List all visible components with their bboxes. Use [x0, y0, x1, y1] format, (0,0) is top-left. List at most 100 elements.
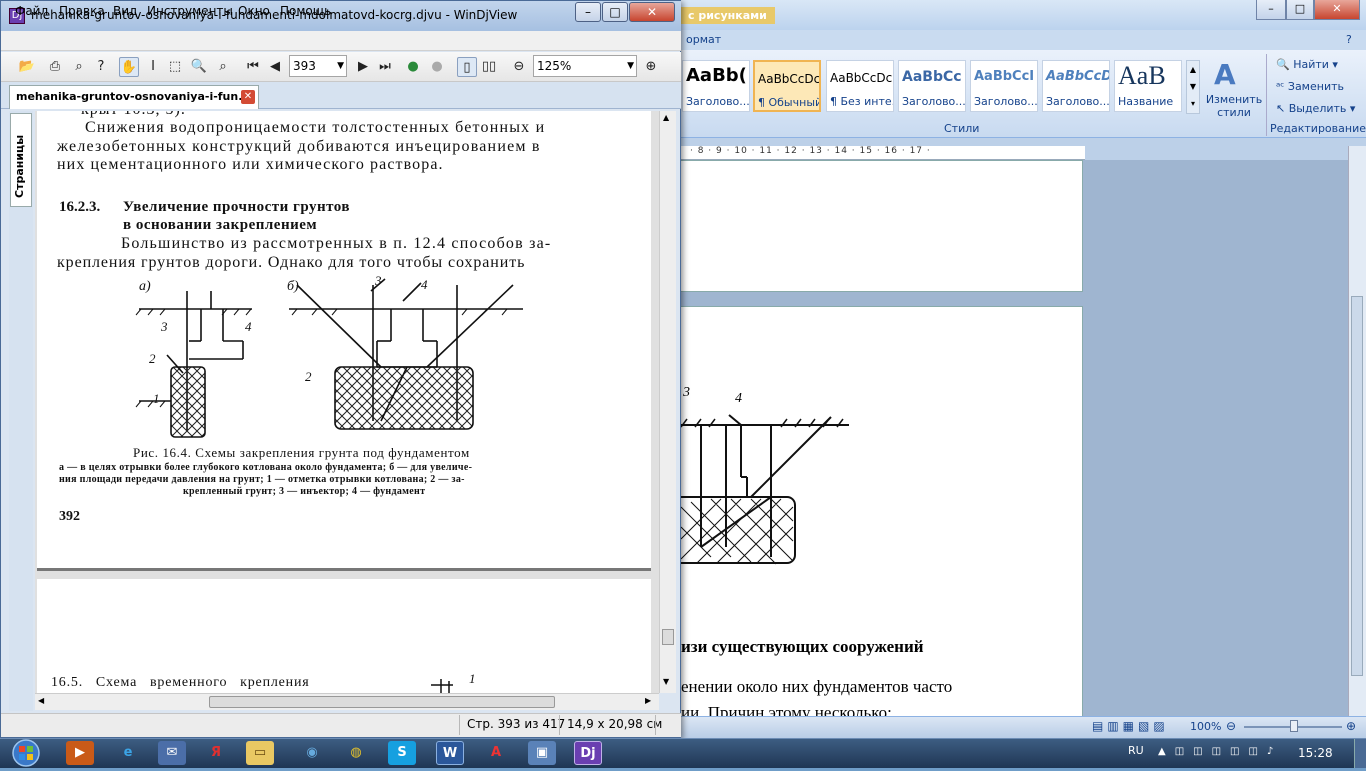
- word-page-2[interactable]: 3 4 изи существующих сооружений енении о…: [680, 306, 1083, 726]
- legend-line2: ния площади передачи давления на грунт; …: [59, 474, 465, 485]
- zoom-out-icon[interactable]: ⊖: [509, 57, 529, 77]
- scroll-down-arrow[interactable]: ▼: [663, 677, 669, 686]
- show-desktop-button[interactable]: [1354, 739, 1366, 768]
- word-figure-image[interactable]: [681, 307, 1084, 607]
- media-player-icon[interactable]: ▶: [66, 741, 94, 765]
- word-doc-line-1: енении около них фундаментов часто: [681, 677, 953, 696]
- zoom-in-icon[interactable]: ⊕: [1346, 719, 1356, 733]
- internet-explorer-icon[interactable]: e: [114, 741, 142, 765]
- skype-icon[interactable]: S: [388, 741, 416, 765]
- fig-label-4a: 4: [245, 319, 252, 334]
- mail-icon[interactable]: ✉: [158, 741, 186, 765]
- djvu-hscroll-thumb[interactable]: [209, 696, 555, 708]
- single-page-icon[interactable]: ▯: [457, 57, 477, 77]
- binoculars-icon: 🔍: [1276, 58, 1294, 71]
- tray-clock[interactable]: 15:28: [1298, 746, 1333, 760]
- page-number-combo[interactable]: 393 ▼: [289, 55, 347, 77]
- menu-window[interactable]: Окно: [238, 4, 270, 18]
- pages-side-tab[interactable]: Страницы: [10, 113, 32, 207]
- document-view[interactable]: крыт 10.3, 5). Снижения водопроницаемост…: [35, 111, 659, 693]
- djvu-horizontal-scrollbar[interactable]: ◀ ▶: [35, 693, 659, 710]
- tray-language[interactable]: RU: [1128, 744, 1144, 757]
- chrome-icon[interactable]: ◍: [342, 741, 370, 765]
- style-normal[interactable]: AaBbCcDc ¶ Обычный: [753, 60, 821, 112]
- word-zoom-level[interactable]: 100%: [1190, 720, 1221, 733]
- view-mode-buttons[interactable]: ▤▥▦▧▨: [1092, 719, 1169, 733]
- scroll-right-arrow[interactable]: ▶: [645, 696, 651, 705]
- zoom-in-icon[interactable]: ⊕: [641, 57, 661, 77]
- para1-line3: них цементационного или химического раст…: [57, 156, 444, 173]
- word-taskbar-icon[interactable]: W: [436, 741, 464, 765]
- word-close-button[interactable]: ✕: [1314, 0, 1360, 20]
- back-icon[interactable]: ●: [403, 57, 423, 77]
- scroll-up-arrow[interactable]: ▲: [663, 113, 669, 122]
- select-button[interactable]: ↖ Выделить ▾: [1276, 102, 1355, 115]
- menu-edit[interactable]: Правка: [59, 4, 105, 18]
- para1-line1: Снижения водопроницаемости толстостенных…: [85, 119, 546, 136]
- font-app-icon[interactable]: A: [482, 741, 510, 765]
- open-folder-icon[interactable]: 📂: [17, 57, 37, 77]
- style-title[interactable]: AaB Название: [1114, 60, 1182, 112]
- menu-file[interactable]: Файл: [15, 4, 48, 18]
- page2-figure-stub: [431, 679, 453, 693]
- zoom-out-icon[interactable]: ⊖: [1226, 719, 1236, 733]
- status-page-size: 14,9 x 20,98 см: [567, 717, 663, 731]
- window-app-icon[interactable]: ▣: [528, 741, 556, 765]
- first-page-icon[interactable]: ⏮: [243, 57, 263, 77]
- find-button[interactable]: 🔍 Найти ▾: [1276, 58, 1338, 71]
- two-pages-icon[interactable]: ▯▯: [479, 57, 499, 77]
- djvu-close-button[interactable]: ✕: [629, 2, 675, 22]
- word-tab-format[interactable]: ормат: [686, 33, 721, 46]
- document-tab[interactable]: mehanika-gruntov-osnovaniya-i-fun... ✕: [9, 85, 259, 109]
- media-icon[interactable]: ◉: [298, 741, 326, 765]
- windjview-window: Dj mehanika-gruntov-osnovaniya-i-fundame…: [0, 0, 681, 738]
- zoom-icon[interactable]: 🔍: [189, 57, 209, 77]
- zoom-rect-icon[interactable]: ⌕: [213, 57, 233, 77]
- forward-icon[interactable]: ●: [427, 57, 447, 77]
- style-heading-2[interactable]: AaBbCc Заголово...: [898, 60, 966, 112]
- menu-tools[interactable]: Инструменты: [147, 4, 233, 18]
- tray-icons[interactable]: ▲◫◫◫◫◫♪: [1158, 746, 1282, 757]
- style-no-spacing[interactable]: AaBbCcDc ¶ Без инте...: [826, 60, 894, 112]
- zoom-slider-thumb[interactable]: [1290, 720, 1298, 732]
- figure-16-4: [135, 278, 523, 438]
- help-icon[interactable]: ?: [1346, 33, 1352, 46]
- print-icon[interactable]: ⎙: [45, 57, 65, 77]
- select-text-icon[interactable]: I: [143, 57, 163, 77]
- style-heading-4[interactable]: AaBbCcD Заголово...: [1042, 60, 1110, 112]
- styles-scroll[interactable]: ▲ ▼ ▾: [1186, 60, 1200, 114]
- style-heading-3[interactable]: AaBbCcI Заголово...: [970, 60, 1038, 112]
- find-icon[interactable]: ⌕: [69, 57, 89, 77]
- word-vertical-scrollbar[interactable]: [1348, 146, 1366, 716]
- select-rect-icon[interactable]: ⬚: [165, 57, 185, 77]
- explorer-folder-icon[interactable]: ▭: [246, 741, 274, 765]
- start-button[interactable]: [6, 738, 46, 768]
- yandex-icon[interactable]: Я: [202, 741, 230, 765]
- fig-label-4b: 4: [421, 277, 428, 292]
- hand-tool-icon[interactable]: ✋: [119, 57, 139, 77]
- word-maximize-button[interactable]: □: [1286, 0, 1314, 20]
- djvu-vertical-scrollbar[interactable]: ▲ ▼: [659, 111, 676, 693]
- para2-line1: Большинство из рассмотренных в п. 12.4 с…: [121, 235, 552, 252]
- djvu-maximize-button[interactable]: □: [602, 2, 628, 22]
- last-page-icon[interactable]: ⏭: [375, 57, 395, 77]
- change-styles-button[interactable]: Изменить стили: [1204, 93, 1264, 119]
- djvu-minimize-button[interactable]: –: [575, 2, 601, 22]
- menu-view[interactable]: Вид: [113, 4, 137, 18]
- word-context-tab[interactable]: с рисунками: [680, 7, 775, 24]
- next-page-icon[interactable]: ▶: [353, 57, 373, 77]
- close-icon[interactable]: ✕: [241, 90, 255, 104]
- djvu-vscroll-thumb[interactable]: [662, 629, 674, 645]
- word-scroll-thumb[interactable]: [1351, 296, 1363, 676]
- scroll-left-arrow[interactable]: ◀: [38, 696, 44, 705]
- help-icon[interactable]: ?: [91, 57, 111, 77]
- zoom-combo[interactable]: 125% ▼: [533, 55, 637, 77]
- windjview-taskbar-icon[interactable]: Dj: [574, 741, 602, 765]
- style-heading1[interactable]: AaBb( Заголово...: [682, 60, 750, 112]
- menu-help[interactable]: Помощь: [280, 4, 331, 18]
- heading-number: 16.2.3.: [59, 199, 101, 215]
- replace-button[interactable]: ᵃᶜ Заменить: [1276, 80, 1344, 93]
- prev-page-icon[interactable]: ◀: [265, 57, 285, 77]
- horizontal-ruler[interactable]: · 8 · 9 · 10 · 11 · 12 · 13 · 14 · 15 · …: [680, 146, 1085, 160]
- word-minimize-button[interactable]: –: [1256, 0, 1286, 20]
